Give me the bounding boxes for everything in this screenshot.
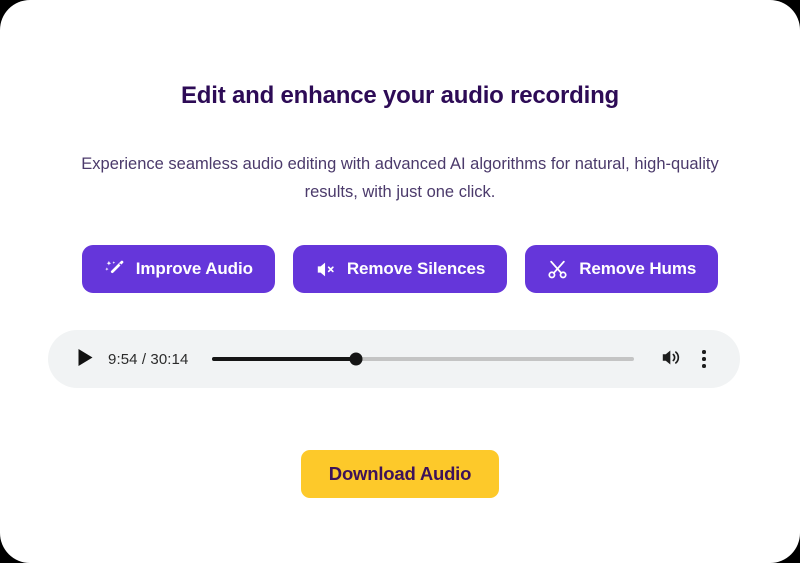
page-subtitle: Experience seamless audio editing with a…: [81, 155, 719, 201]
volume-button[interactable]: [656, 345, 684, 373]
play-icon: [77, 348, 94, 370]
improve-audio-label: Improve Audio: [135, 259, 253, 278]
audio-editor-card: Edit and enhance your audio recording Ex…: [0, 0, 800, 563]
more-vertical-icon: [702, 350, 706, 368]
page-title: Edit and enhance your audio recording: [181, 82, 619, 109]
remove-hums-label: Remove Hums: [579, 259, 697, 278]
magic-wand-sparkles-icon: [104, 259, 125, 280]
more-options-button[interactable]: [690, 345, 718, 373]
download-row: Download Audio: [0, 450, 800, 498]
time-display: 9:54 / 30:14: [108, 350, 189, 368]
progress-thumb[interactable]: [349, 352, 363, 366]
progress-slider[interactable]: [212, 351, 634, 367]
play-button[interactable]: [68, 342, 102, 376]
remove-silences-label: Remove Silences: [346, 259, 486, 278]
remove-silences-button[interactable]: Remove Silences: [292, 245, 508, 293]
remove-hums-button[interactable]: Remove Hums: [525, 245, 719, 293]
scissors-icon: [547, 259, 568, 280]
improve-audio-button[interactable]: Improve Audio: [81, 245, 275, 293]
action-button-row: Improve Audio Remove Silences Remove Hum…: [0, 245, 800, 293]
audio-player: 9:54 / 30:14: [48, 330, 740, 388]
volume-high-icon: [660, 347, 681, 371]
download-audio-button[interactable]: Download Audio: [300, 450, 500, 498]
speaker-mute-icon: [315, 259, 336, 280]
progress-fill: [212, 357, 356, 361]
